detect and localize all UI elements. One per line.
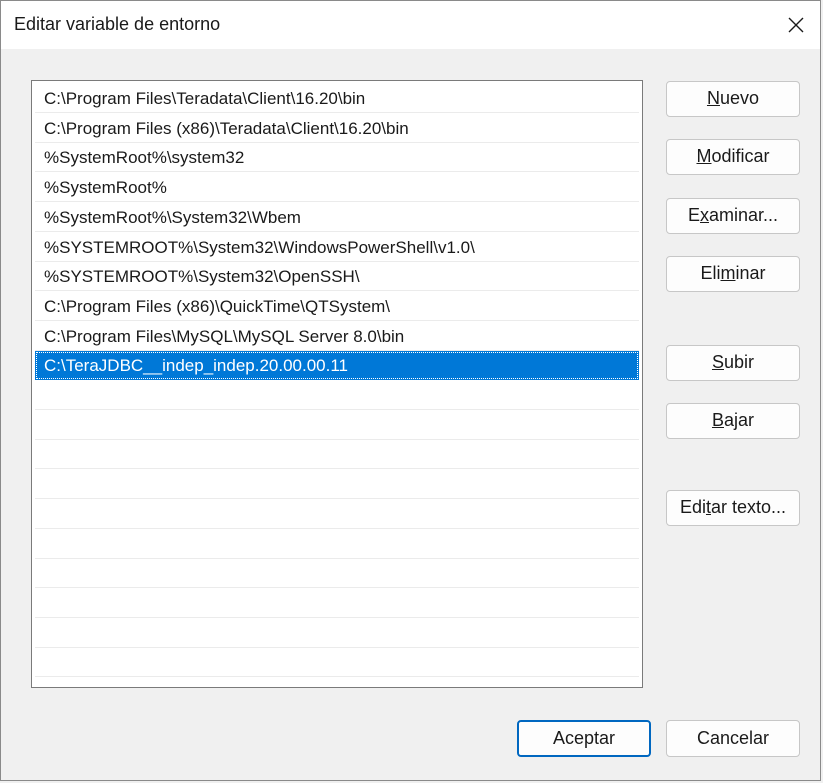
ok-button[interactable]: Aceptar xyxy=(517,720,651,757)
path-list-item[interactable]: C:\Program Files\Teradata\Client\16.20\b… xyxy=(35,84,639,113)
path-list-item[interactable]: %SystemRoot%\system32 xyxy=(35,143,639,173)
new-button[interactable]: Nuevo xyxy=(666,81,800,117)
cancel-button[interactable]: Cancelar xyxy=(666,720,800,757)
browse-button[interactable]: Examinar... xyxy=(666,198,800,234)
path-list-item[interactable]: %SystemRoot%\System32\Wbem xyxy=(35,203,639,232)
window-title: Editar variable de entorno xyxy=(14,14,221,34)
close-icon xyxy=(788,17,804,33)
move-down-button[interactable]: Bajar xyxy=(666,403,800,439)
empty-list-row[interactable] xyxy=(35,530,639,559)
delete-button[interactable]: Eliminar xyxy=(666,256,800,292)
empty-list-row[interactable] xyxy=(35,440,639,470)
path-list-item[interactable]: C:\Program Files (x86)\QuickTime\QTSyste… xyxy=(35,292,639,321)
move-up-button[interactable]: Subir xyxy=(666,345,800,381)
empty-list-row[interactable] xyxy=(35,619,639,648)
path-list-item[interactable]: %SYSTEMROOT%\System32\OpenSSH\ xyxy=(35,262,639,292)
path-listbox[interactable]: C:\Program Files\Teradata\Client\16.20\b… xyxy=(31,80,643,688)
empty-list-row[interactable] xyxy=(35,470,639,500)
title-bar: Editar variable de entorno xyxy=(1,1,820,49)
empty-list-row[interactable] xyxy=(35,411,639,440)
empty-list-row[interactable] xyxy=(35,500,639,529)
edit-button[interactable]: Modificar xyxy=(666,139,800,175)
path-list-item[interactable]: C:\Program Files (x86)\Teradata\Client\1… xyxy=(35,114,639,143)
close-button[interactable] xyxy=(772,1,820,49)
edit-env-variable-dialog: Editar variable de entorno C:\Program Fi… xyxy=(0,0,821,781)
path-list-item[interactable]: %SystemRoot% xyxy=(35,173,639,203)
empty-list-row[interactable] xyxy=(35,381,639,410)
path-list-item[interactable]: %SYSTEMROOT%\System32\WindowsPowerShell\… xyxy=(35,233,639,262)
edit-text-button[interactable]: Editar texto... xyxy=(666,490,800,526)
empty-list-row[interactable] xyxy=(35,589,639,618)
empty-list-row[interactable] xyxy=(35,648,639,678)
path-list-item[interactable]: C:\Program Files\MySQL\MySQL Server 8.0\… xyxy=(35,322,639,351)
empty-list-row[interactable] xyxy=(35,559,639,589)
path-list-item[interactable]: C:\TeraJDBC__indep_indep.20.00.00.11 xyxy=(35,351,639,381)
